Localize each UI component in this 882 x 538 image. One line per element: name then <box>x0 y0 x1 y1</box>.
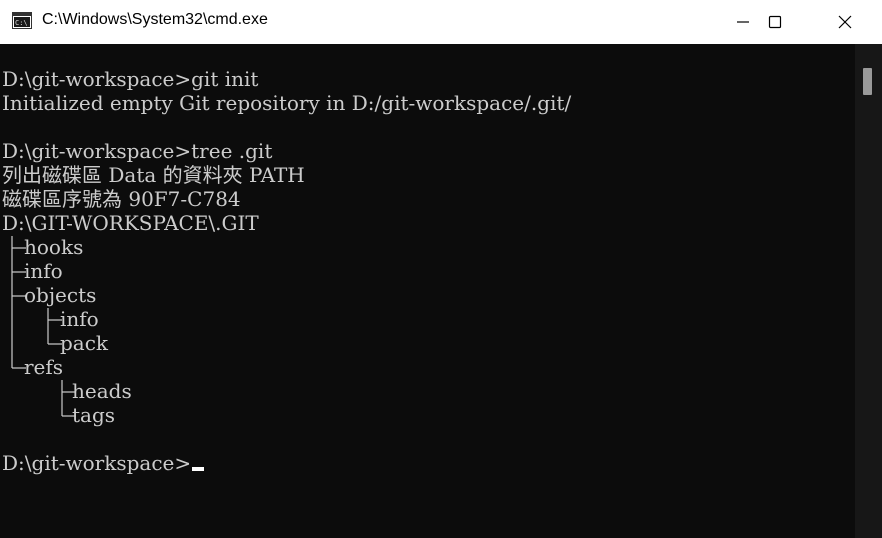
tree-item-objects-info: info <box>60 307 99 331</box>
console-line: info <box>2 259 571 283</box>
console-line: hooks <box>2 235 571 259</box>
console-line: tags <box>2 403 571 427</box>
console-line: Initialized empty Git repository in D:/g… <box>2 91 571 115</box>
tree-item-hooks: hooks <box>24 235 84 259</box>
vertical-scrollbar[interactable] <box>855 44 882 538</box>
console-lines: D:\git-workspace>git init Initialized em… <box>2 67 571 475</box>
svg-text:C:\: C:\ <box>15 19 28 27</box>
output-folder-path: 列出磁碟區 Data 的資料夾 PATH <box>2 163 305 187</box>
cmd-tree: D:\git-workspace>tree .git <box>2 139 273 163</box>
console-line: D:\git-workspace>git init <box>2 67 571 91</box>
console-line: refs <box>2 355 571 379</box>
tree-item-tags: tags <box>72 403 116 427</box>
tree-item-info: info <box>24 259 63 283</box>
maximize-button[interactable] <box>752 0 798 44</box>
prompt: D:\git-workspace> <box>2 451 192 475</box>
tree-item-objects: objects <box>24 283 97 307</box>
tree-root: D:\GIT-WORKSPACE\.GIT <box>2 211 259 235</box>
cmd-git-init: D:\git-workspace>git init <box>2 67 259 91</box>
console-output[interactable]: D:\git-workspace>git init Initialized em… <box>0 44 855 538</box>
output-volume-serial: 磁碟區序號為 90F7-C784 <box>2 187 241 211</box>
close-icon <box>838 15 852 29</box>
text-cursor <box>192 467 205 471</box>
output-initialized: Initialized empty Git repository in D:/g… <box>2 91 572 115</box>
console-line: 列出磁碟區 Data 的資料夾 PATH <box>2 163 571 187</box>
scrollbar-thumb[interactable] <box>863 68 872 95</box>
maximize-icon <box>768 15 782 29</box>
minimize-icon <box>737 21 749 23</box>
cmd-icon: C:\ <box>12 12 32 29</box>
tree-item-pack: pack <box>60 331 109 355</box>
title-bar[interactable]: C:\ C:\Windows\System32\cmd.exe <box>0 0 882 44</box>
close-button[interactable] <box>822 0 868 44</box>
tree-item-refs: refs <box>24 355 64 379</box>
console-line: 磁碟區序號為 90F7-C784 <box>2 187 571 211</box>
console-line: D:\git-workspace>tree .git <box>2 139 571 163</box>
window-title: C:\Windows\System32\cmd.exe <box>42 11 268 28</box>
console-line: D:\GIT-WORKSPACE\.GIT <box>2 211 571 235</box>
console-line: objects <box>2 283 571 307</box>
console-line: info <box>2 307 571 331</box>
tree-item-heads: heads <box>72 379 132 403</box>
console-line: pack <box>2 331 571 355</box>
console-line: D:\git-workspace> <box>2 451 571 475</box>
cmd-window: C:\ C:\Windows\System32\cmd.exe D:\git-w… <box>0 0 882 538</box>
console-line: heads <box>2 379 571 403</box>
